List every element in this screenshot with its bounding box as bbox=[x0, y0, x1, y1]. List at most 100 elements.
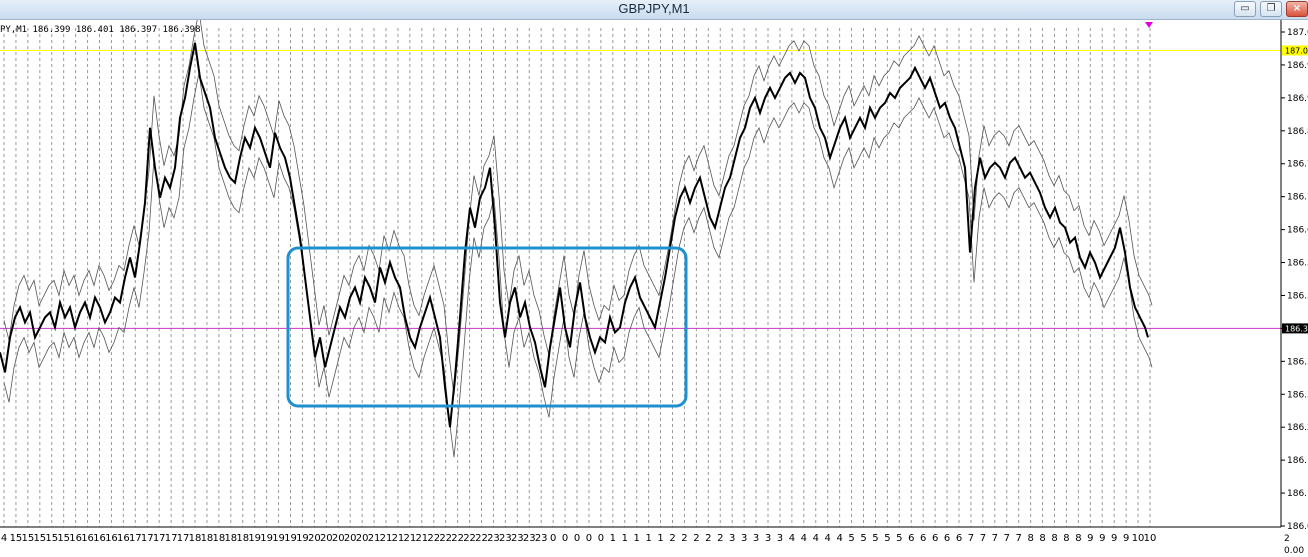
y-tick-label: 186.1 bbox=[1287, 489, 1308, 499]
x-tick-label: 9 bbox=[1123, 533, 1129, 544]
x-tick-label: 15 bbox=[45, 533, 58, 544]
price-chart[interactable]: 187.0 186.9 186.9 186.8 186.7 186.7 186.6 186.5… bbox=[0, 20, 1308, 557]
x-tick-label: 5 bbox=[848, 533, 854, 544]
x-tick-label: 3 bbox=[729, 533, 735, 544]
x-tick-label: 1 bbox=[634, 533, 640, 544]
x-tick-label: 4 bbox=[801, 533, 807, 544]
price-line bbox=[0, 42, 1149, 428]
y-tick-label: 186.0 bbox=[1287, 522, 1308, 532]
x-tick-label: 20 bbox=[344, 533, 357, 544]
x-tick-label: 5 bbox=[884, 533, 890, 544]
level-tag-label: 187.0 bbox=[1285, 46, 1308, 55]
x-tick-label: 18 bbox=[213, 533, 226, 544]
chart-area[interactable]: 187.0 186.9 186.9 186.8 186.7 186.7 186.6 186.5… bbox=[0, 20, 1308, 557]
x-tick-label: 4 bbox=[813, 533, 819, 544]
x-tick-label: 0 bbox=[550, 533, 556, 544]
x-tick-label: 7 bbox=[992, 533, 998, 544]
x-tick-label: 18 bbox=[236, 533, 249, 544]
x-tick-label: 4 bbox=[789, 533, 795, 544]
x-tick-label: 19 bbox=[272, 533, 285, 544]
x-tick-label: 9 bbox=[1099, 533, 1105, 544]
x-tick-label: 6 bbox=[932, 533, 938, 544]
x-tick-label: 16 bbox=[105, 533, 118, 544]
x-tick-label: 15 bbox=[57, 533, 70, 544]
x-tick-label: 5 bbox=[872, 533, 878, 544]
x-tick-label: 7 bbox=[1004, 533, 1010, 544]
x-tick-label: 18 bbox=[189, 533, 202, 544]
x-tick-label: 22 bbox=[427, 533, 440, 544]
x-tick-label: 21 bbox=[368, 533, 381, 544]
x-tick-label: 23 bbox=[511, 533, 524, 544]
x-tick-label: 4 bbox=[825, 533, 831, 544]
x-tick-label: 18 bbox=[201, 533, 214, 544]
x-tick-label: 10 bbox=[1132, 533, 1145, 544]
price-tag-label: 186.3 bbox=[1285, 324, 1308, 333]
x-tick-label: 1 bbox=[657, 533, 663, 544]
x-tick-label: 20 bbox=[320, 533, 333, 544]
x-tick-label: 22 bbox=[463, 533, 476, 544]
x-tick-label: 21 bbox=[392, 533, 405, 544]
x-tick-label: 2 bbox=[717, 533, 723, 544]
restore-icon: ❐ bbox=[1266, 3, 1276, 14]
window-title: GBPJPY,M1 bbox=[618, 1, 690, 16]
x-tick-label: 0 bbox=[562, 533, 568, 544]
x-tick-label: 9 bbox=[1087, 533, 1093, 544]
x-tick-label: 1 bbox=[645, 533, 651, 544]
corner-value-label: 0.00 bbox=[1284, 546, 1304, 556]
x-tick-label: 6 bbox=[944, 533, 950, 544]
x-tick-label: 7 bbox=[968, 533, 974, 544]
x-tick-label: 4 bbox=[1, 533, 7, 544]
x-tick-label: 6 bbox=[920, 533, 926, 544]
x-tick-label: 22 bbox=[451, 533, 464, 544]
corner-label: 2 bbox=[1284, 534, 1290, 544]
lower-band-line bbox=[3, 72, 1153, 458]
x-tick-label: 16 bbox=[69, 533, 82, 544]
y-tick-label: 186.8 bbox=[1287, 127, 1308, 137]
x-tick-label: 2 bbox=[669, 533, 675, 544]
minimize-button[interactable]: ▭ bbox=[1234, 1, 1256, 17]
close-icon: × bbox=[1292, 3, 1302, 14]
window-titlebar[interactable]: GBPJPY,M1 ▭ ❐ × bbox=[0, 0, 1308, 20]
y-tick-label: 186.9 bbox=[1287, 61, 1308, 71]
x-tick-label: 3 bbox=[765, 533, 771, 544]
x-tick-label: 20 bbox=[356, 533, 369, 544]
x-tick-label: 16 bbox=[117, 533, 130, 544]
x-tick-label: 15 bbox=[22, 533, 35, 544]
x-tick-label: 23 bbox=[523, 533, 536, 544]
x-tick-label: 21 bbox=[380, 533, 393, 544]
y-tick-label: 186.6 bbox=[1287, 226, 1308, 236]
x-tick-label: 17 bbox=[129, 533, 142, 544]
x-tick-label: 8 bbox=[1075, 533, 1081, 544]
x-tick-label: 7 bbox=[980, 533, 986, 544]
x-tick-label: 4 bbox=[836, 533, 842, 544]
x-tick-label: 0 bbox=[574, 533, 580, 544]
minimize-icon: ▭ bbox=[1240, 3, 1250, 14]
y-tick-label: 186.1 bbox=[1287, 456, 1308, 466]
x-tick-label: 7 bbox=[1016, 533, 1022, 544]
y-tick-label: 186.7 bbox=[1287, 193, 1308, 203]
x-tick-label: 17 bbox=[141, 533, 154, 544]
x-tick-label: 17 bbox=[177, 533, 190, 544]
x-tick-label: 21 bbox=[415, 533, 428, 544]
x-tick-label: 8 bbox=[1039, 533, 1045, 544]
x-tick-label: 5 bbox=[896, 533, 902, 544]
x-tick-label: 23 bbox=[487, 533, 500, 544]
y-tick-label: 186.5 bbox=[1287, 259, 1308, 269]
x-tick-label: 15 bbox=[33, 533, 46, 544]
x-tick-label: 16 bbox=[81, 533, 94, 544]
x-tick-label: 2 bbox=[693, 533, 699, 544]
x-tick-label: 1 bbox=[622, 533, 628, 544]
close-button[interactable]: × bbox=[1286, 1, 1308, 17]
restore-button[interactable]: ❐ bbox=[1260, 1, 1282, 17]
x-tick-label: 6 bbox=[908, 533, 914, 544]
x-tick-label: 19 bbox=[248, 533, 261, 544]
x-tick-label: 0 bbox=[586, 533, 592, 544]
x-tick-label: 21 bbox=[404, 533, 417, 544]
x-tick-label: 0 bbox=[598, 533, 604, 544]
shift-marker-icon bbox=[1145, 22, 1153, 28]
x-tick-label: 9 bbox=[1111, 533, 1117, 544]
x-tick-label: 17 bbox=[153, 533, 166, 544]
x-tick-label: 8 bbox=[1051, 533, 1057, 544]
x-tick-label: 23 bbox=[499, 533, 512, 544]
y-tick-label: 186.5 bbox=[1287, 291, 1308, 301]
